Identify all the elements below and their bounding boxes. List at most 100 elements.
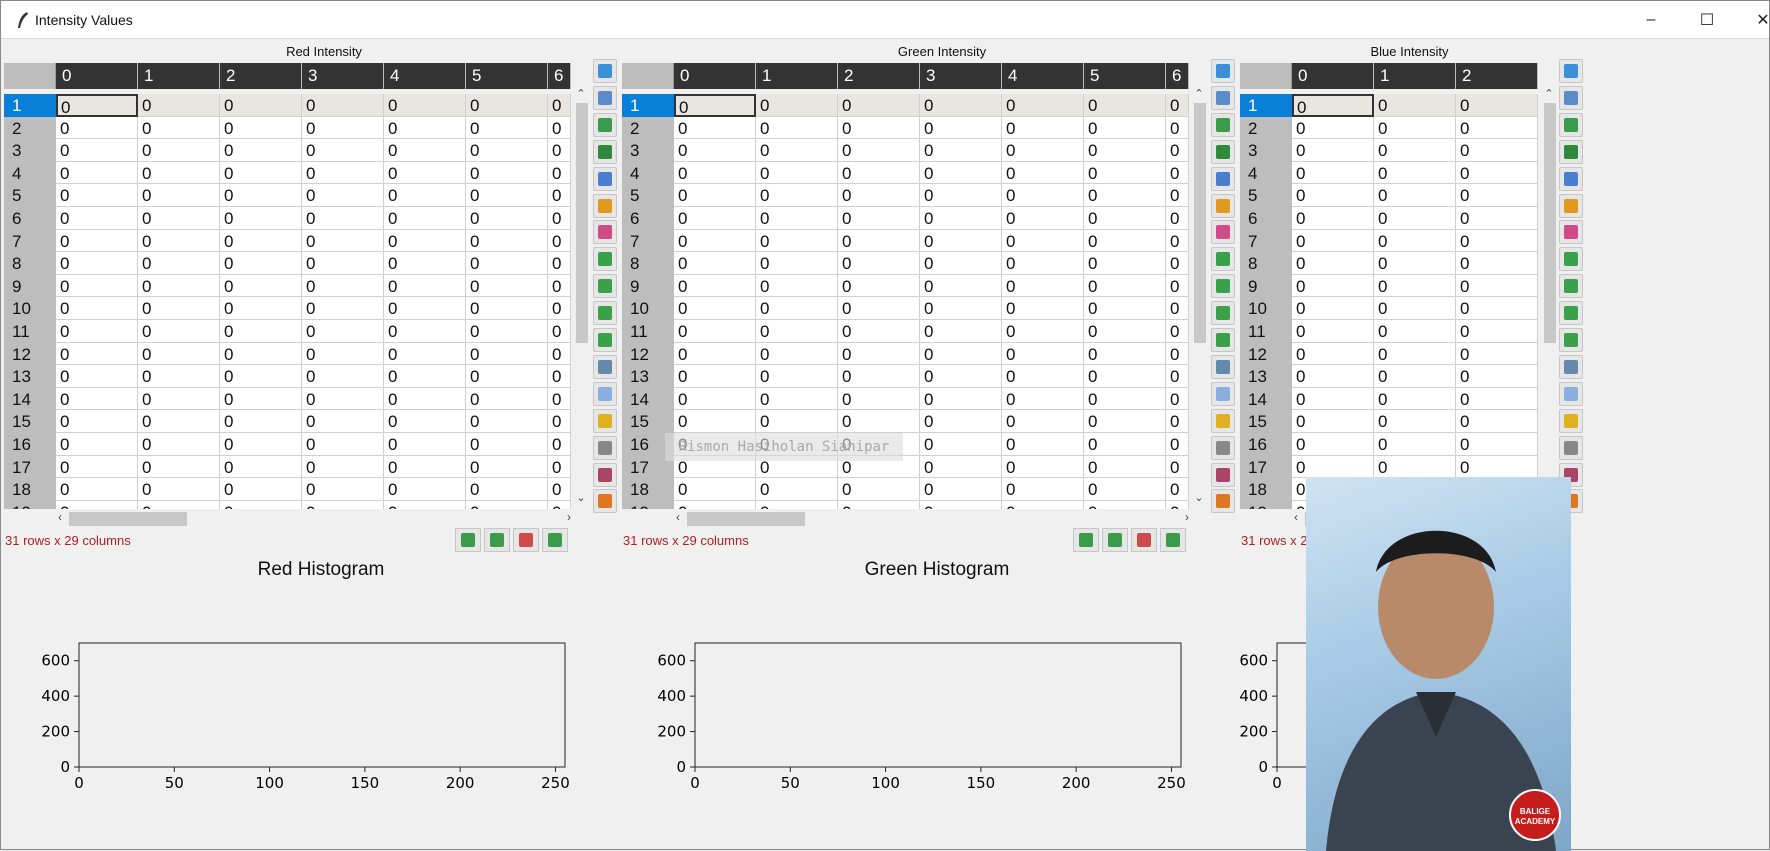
table-cell[interactable]: 0: [384, 184, 466, 207]
zoom-in-icon[interactable]: [1160, 528, 1186, 552]
scroll-thumb[interactable]: [576, 103, 588, 343]
row-header[interactable]: 18: [4, 478, 56, 503]
row-header[interactable]: 15: [1240, 410, 1292, 435]
table-cell[interactable]: 0: [466, 320, 548, 343]
table-cell[interactable]: 0: [1084, 161, 1166, 185]
table-cell[interactable]: 0: [138, 365, 220, 388]
table-cell[interactable]: 0: [1084, 116, 1166, 140]
table-cell[interactable]: 0: [1292, 297, 1374, 320]
table-cell[interactable]: 0: [838, 184, 920, 207]
table-cell[interactable]: 0: [920, 274, 1002, 298]
table-cell[interactable]: 0: [1084, 433, 1166, 456]
table-corner[interactable]: [1240, 63, 1292, 89]
table-cell[interactable]: 0: [220, 365, 302, 388]
settings-icon[interactable]: [1211, 489, 1235, 514]
table-cell[interactable]: 0: [384, 342, 466, 366]
table-cell[interactable]: 0: [1084, 252, 1166, 275]
table-cell[interactable]: 0: [756, 478, 838, 501]
table-cell[interactable]: 0: [302, 116, 384, 140]
table-cell[interactable]: 0: [138, 229, 220, 253]
table-cell[interactable]: 0: [674, 207, 756, 230]
row-header[interactable]: 1: [1240, 94, 1292, 118]
table-cell[interactable]: 0: [302, 387, 384, 411]
table-cell[interactable]: 0: [1166, 387, 1189, 411]
calculator-icon[interactable]: [1211, 435, 1235, 460]
table-cell[interactable]: 0: [1292, 387, 1374, 411]
table-cell[interactable]: 0: [838, 478, 920, 501]
table-cell[interactable]: 0: [838, 139, 920, 162]
horizontal-scrollbar[interactable]: ‹›: [53, 509, 576, 526]
print-icon[interactable]: [593, 85, 617, 110]
table-cell[interactable]: 0: [220, 410, 302, 433]
new-sheet-icon[interactable]: [1211, 59, 1235, 83]
column-header[interactable]: 2: [1456, 63, 1538, 89]
paste-icon[interactable]: [1559, 193, 1583, 218]
table-cell[interactable]: 0: [384, 320, 466, 343]
table-cell[interactable]: 0: [466, 297, 548, 320]
table-cell[interactable]: 0: [1002, 94, 1084, 117]
table-cell[interactable]: 0: [384, 94, 466, 117]
column-header[interactable]: 0: [674, 63, 756, 89]
column-header[interactable]: 6: [1166, 63, 1189, 89]
table-cell[interactable]: 0: [674, 229, 756, 253]
table-cell[interactable]: 0: [302, 207, 384, 230]
table-cell[interactable]: 0: [1374, 320, 1456, 343]
scroll-right-icon[interactable]: ›: [1180, 510, 1194, 524]
table-cell[interactable]: 0: [220, 229, 302, 253]
column-header[interactable]: 5: [1084, 63, 1166, 89]
table-cell[interactable]: 0: [1002, 410, 1084, 433]
table-cell[interactable]: 0: [838, 387, 920, 411]
table-cell[interactable]: 0: [756, 387, 838, 411]
table-cell[interactable]: 0: [302, 478, 384, 501]
table-cell[interactable]: 0: [466, 410, 548, 433]
table-cell[interactable]: 0: [56, 478, 138, 501]
print-icon[interactable]: [1211, 85, 1235, 110]
row-header[interactable]: 3: [1240, 139, 1292, 164]
table-cell[interactable]: 0: [220, 139, 302, 162]
table-cell[interactable]: 0: [466, 365, 548, 388]
table-cell[interactable]: 0: [302, 455, 384, 479]
table-cell[interactable]: 0: [920, 342, 1002, 366]
paste-icon[interactable]: [593, 193, 617, 218]
image-chart-icon[interactable]: [593, 462, 617, 487]
row-header[interactable]: 16: [1240, 433, 1292, 457]
table-cell[interactable]: 0: [138, 184, 220, 207]
table-cell[interactable]: 0: [384, 297, 466, 320]
column-header[interactable]: 3: [920, 63, 1002, 89]
horizontal-scrollbar[interactable]: ‹›: [671, 509, 1194, 526]
new-sheet-icon[interactable]: [593, 59, 617, 83]
table-cell[interactable]: 0: [1084, 274, 1166, 298]
scroll-up-icon[interactable]: ⌃: [574, 87, 588, 101]
table-cell[interactable]: 0: [1374, 387, 1456, 411]
table-cell[interactable]: 0: [56, 365, 138, 388]
table-cell[interactable]: 0: [138, 342, 220, 366]
row-header[interactable]: 9: [4, 274, 56, 299]
table-cell[interactable]: 0: [1456, 387, 1538, 411]
table-cell[interactable]: 0: [466, 478, 548, 501]
red-data-table[interactable]: 0123456100000002000000030000000400000005…: [4, 63, 571, 509]
table-cell[interactable]: 0: [56, 500, 138, 509]
row-header[interactable]: 12: [4, 342, 56, 367]
table-cell[interactable]: 0: [756, 252, 838, 275]
table-cell[interactable]: 0: [756, 184, 838, 207]
table-cell[interactable]: 0: [674, 139, 756, 162]
table-cell[interactable]: 0: [384, 365, 466, 388]
flow-icon[interactable]: [593, 274, 617, 299]
table-cell[interactable]: 0: [384, 139, 466, 162]
table-cell[interactable]: 0: [1292, 410, 1374, 433]
table-cell[interactable]: 0: [674, 500, 756, 509]
table-cell[interactable]: 0: [548, 116, 571, 140]
table-cell[interactable]: 0: [466, 252, 548, 275]
table-cell[interactable]: 0: [302, 320, 384, 343]
table-cell[interactable]: 0: [674, 116, 756, 140]
table-cell[interactable]: 0: [674, 184, 756, 207]
table-cell[interactable]: 0: [138, 161, 220, 185]
table-cell[interactable]: 0: [466, 274, 548, 298]
expand-columns-icon[interactable]: [484, 528, 510, 552]
copy-icon[interactable]: [593, 166, 617, 191]
table-cell[interactable]: 0: [384, 410, 466, 433]
row-header[interactable]: 2: [622, 116, 674, 141]
table-cell[interactable]: 0: [1084, 320, 1166, 343]
row-header[interactable]: 13: [4, 365, 56, 390]
table-cell[interactable]: 0: [220, 387, 302, 411]
